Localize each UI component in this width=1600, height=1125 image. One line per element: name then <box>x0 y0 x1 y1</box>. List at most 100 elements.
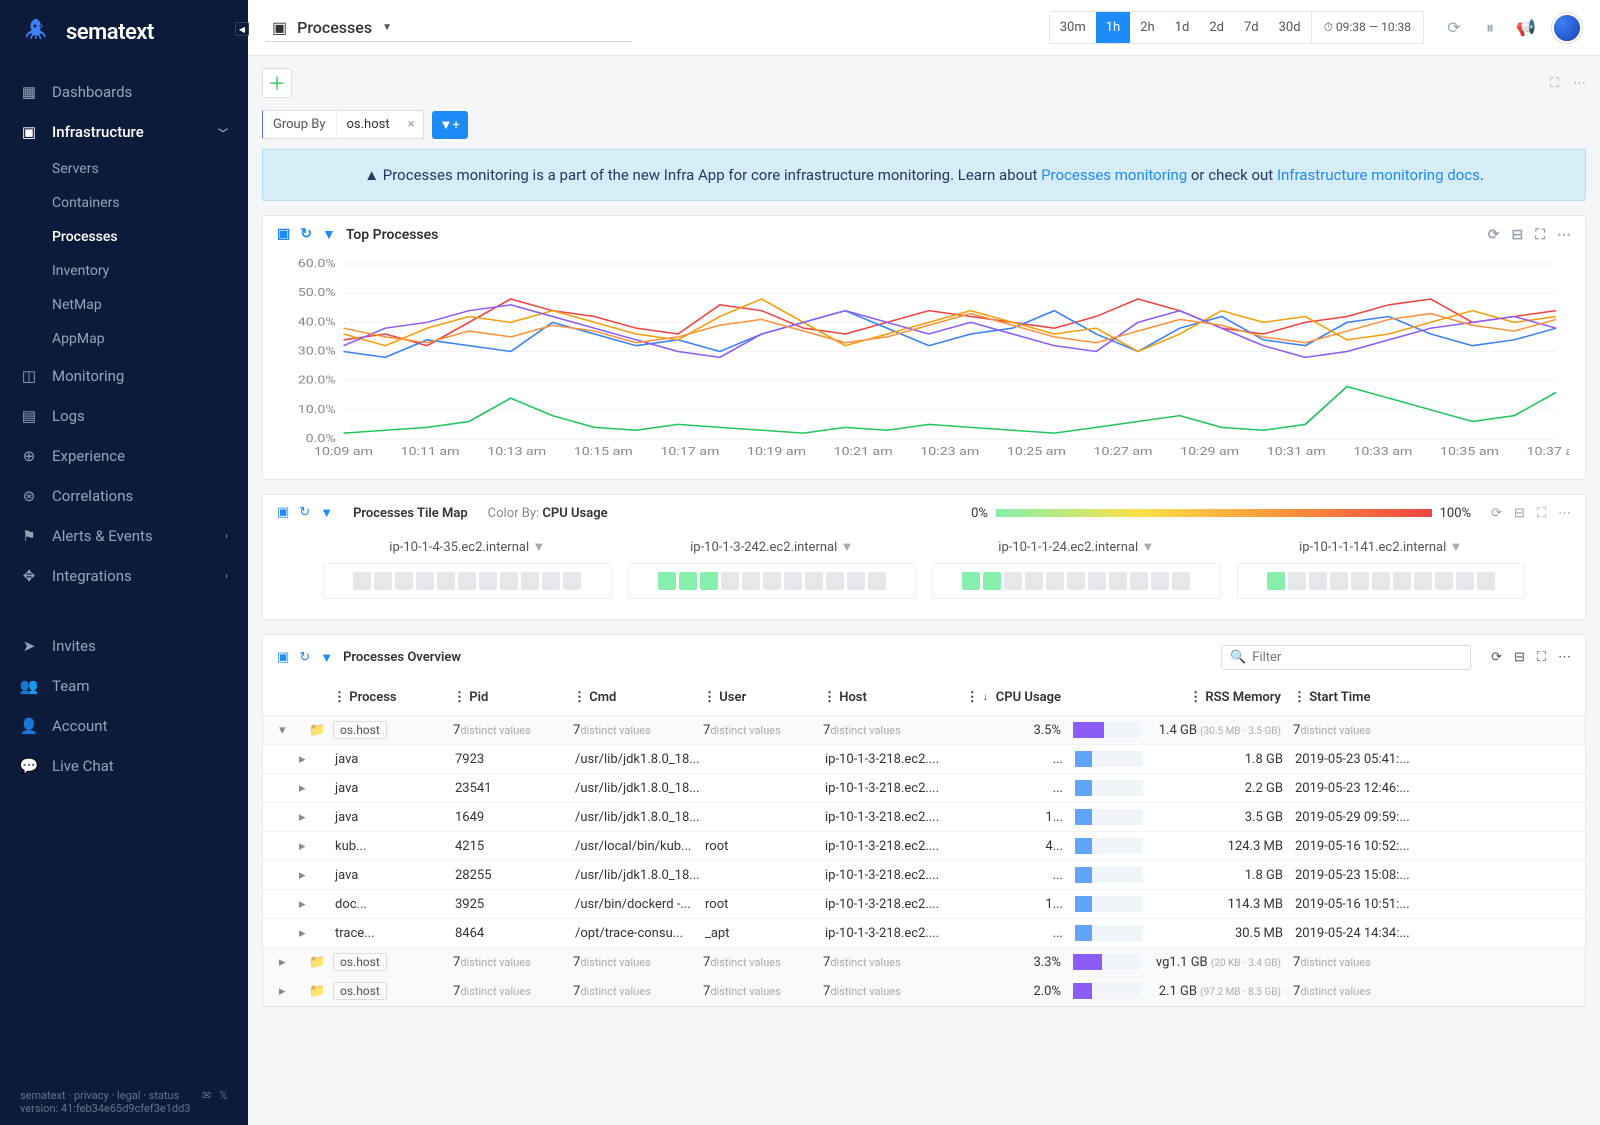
tile[interactable] <box>458 572 476 590</box>
timerange-2h[interactable]: 2h <box>1130 12 1164 43</box>
tile[interactable] <box>1109 572 1127 590</box>
table-group-row[interactable]: ▾ 📁 os.host 7distinct values 7distinct v… <box>263 716 1585 745</box>
sub-servers[interactable]: Servers <box>32 152 248 186</box>
tile[interactable] <box>742 572 760 590</box>
sub-inventory[interactable]: Inventory <box>32 254 248 288</box>
nav-experience[interactable]: ⊕Experience <box>0 436 248 476</box>
sub-processes[interactable]: Processes <box>32 220 248 254</box>
table-row[interactable]: ▸ trace... 8464 /opt/trace-consu... _apt… <box>263 919 1585 948</box>
nav-team[interactable]: 👥Team <box>0 666 248 706</box>
timerange-display[interactable]: ⏱ 09:38 — 10:38 <box>1311 12 1423 43</box>
sub-containers[interactable]: Containers <box>32 186 248 220</box>
tile[interactable] <box>868 572 886 590</box>
nav-infrastructure[interactable]: ▣Infrastructure﹀ <box>0 112 248 152</box>
pause-icon[interactable]: ⏸ <box>1480 18 1500 38</box>
tile[interactable] <box>847 572 865 590</box>
tile[interactable] <box>763 572 781 590</box>
timerange-30d[interactable]: 30d <box>1269 12 1311 43</box>
twitter-icon[interactable]: 𝕏 <box>219 1089 228 1102</box>
more-icon[interactable]: ⋯ <box>1558 506 1571 521</box>
tile[interactable] <box>805 572 823 590</box>
filter-icon[interactable]: ▼ <box>320 650 333 666</box>
tile[interactable] <box>1456 572 1474 590</box>
archive-icon[interactable]: ▣ <box>277 505 289 521</box>
sub-appmap[interactable]: AppMap <box>32 322 248 356</box>
archive-icon[interactable]: ▣ <box>277 226 290 243</box>
tile[interactable] <box>721 572 739 590</box>
tile[interactable] <box>1004 572 1022 590</box>
tile[interactable] <box>500 572 518 590</box>
collapse-sidebar-button[interactable]: ◀ <box>235 22 249 36</box>
tile[interactable] <box>658 572 676 590</box>
nav-logs[interactable]: ▤Logs <box>0 396 248 436</box>
minimize-icon[interactable]: ⊟ <box>1511 227 1523 243</box>
link-proc-monitoring[interactable]: Processes monitoring <box>1041 166 1187 184</box>
tile[interactable] <box>1067 572 1085 590</box>
refresh-icon[interactable]: ⟳ <box>1491 650 1502 665</box>
tile[interactable] <box>700 572 718 590</box>
refresh-icon[interactable]: ⟳ <box>1488 227 1500 243</box>
filter-icon[interactable]: ▼ <box>532 540 545 555</box>
tile-host[interactable]: ip-10-1-1-141.ec2.internal ▼ <box>1237 539 1526 599</box>
tile[interactable] <box>826 572 844 590</box>
tile[interactable] <box>962 572 980 590</box>
table-group-row[interactable]: ▸ 📁 os.host 7distinct values 7distinct v… <box>263 948 1585 977</box>
tile[interactable] <box>395 572 413 590</box>
close-icon[interactable]: × <box>400 111 423 138</box>
fullscreen-icon[interactable]: ⛶ <box>1535 227 1545 243</box>
tile-host[interactable]: ip-10-1-3-242.ec2.internal ▼ <box>628 539 917 599</box>
announce-icon[interactable]: 📢 <box>1516 18 1536 38</box>
filter-icon[interactable]: ▼ <box>1141 540 1154 555</box>
more-icon[interactable]: ⋯ <box>1573 76 1586 91</box>
add-button[interactable]: ＋ <box>262 68 292 98</box>
filter-search[interactable]: 🔍 <box>1221 645 1471 670</box>
timerange-30m[interactable]: 30m <box>1050 12 1096 43</box>
tile[interactable] <box>679 572 697 590</box>
nav-integrations[interactable]: ✥Integrations› <box>0 556 248 596</box>
nav-dashboards[interactable]: ▦Dashboards <box>0 72 248 112</box>
filter-icon[interactable]: ▼ <box>320 505 333 521</box>
nav-invites[interactable]: ➤Invites <box>0 626 248 666</box>
filter-icon[interactable]: ▼ <box>1450 540 1463 555</box>
filter-input[interactable] <box>1252 650 1462 665</box>
fullscreen-icon[interactable]: ⛶ <box>1550 76 1559 91</box>
tile[interactable] <box>353 572 371 590</box>
nav-monitoring[interactable]: ◫Monitoring <box>0 356 248 396</box>
tile[interactable] <box>1393 572 1411 590</box>
timerange-1d[interactable]: 1d <box>1165 12 1200 43</box>
tile[interactable] <box>1351 572 1369 590</box>
tile[interactable] <box>1172 572 1190 590</box>
tile[interactable] <box>1088 572 1106 590</box>
filter-icon[interactable]: ▼ <box>841 540 854 555</box>
sub-netmap[interactable]: NetMap <box>32 288 248 322</box>
tile[interactable] <box>563 572 581 590</box>
tile[interactable] <box>1151 572 1169 590</box>
table-group-row[interactable]: ▸ 📁 os.host 7distinct values 7distinct v… <box>263 977 1585 1006</box>
filter-icon[interactable]: ▼ <box>322 226 336 243</box>
tile[interactable] <box>1309 572 1327 590</box>
mail-icon[interactable]: ✉ <box>202 1089 211 1102</box>
refresh-icon[interactable]: ⟳ <box>1491 506 1502 521</box>
table-row[interactable]: ▸ java 28255 /usr/lib/jdk1.8.0_18... ip-… <box>263 861 1585 890</box>
tile[interactable] <box>1330 572 1348 590</box>
refresh-icon[interactable]: ⟳ <box>1444 18 1464 38</box>
table-row[interactable]: ▸ kub... 4215 /usr/local/bin/kub... root… <box>263 832 1585 861</box>
tile[interactable] <box>1267 572 1285 590</box>
fullscreen-icon[interactable]: ⛶ <box>1537 506 1546 521</box>
tile[interactable] <box>521 572 539 590</box>
sort-desc-icon[interactable]: ↓ <box>983 692 988 703</box>
tile[interactable] <box>784 572 802 590</box>
tile[interactable] <box>374 572 392 590</box>
history-icon[interactable]: ↻ <box>299 505 310 521</box>
tile[interactable] <box>1288 572 1306 590</box>
tile[interactable] <box>983 572 1001 590</box>
nav-alerts[interactable]: ⚑Alerts & Events› <box>0 516 248 556</box>
table-row[interactable]: ▸ java 1649 /usr/lib/jdk1.8.0_18... ip-1… <box>263 803 1585 832</box>
tile[interactable] <box>542 572 560 590</box>
add-filter-button[interactable]: ▼+ <box>432 111 468 139</box>
avatar[interactable] <box>1552 13 1582 43</box>
tile[interactable] <box>1130 572 1148 590</box>
history-icon[interactable]: ↻ <box>299 650 310 666</box>
tile[interactable] <box>437 572 455 590</box>
breadcrumb[interactable]: ▣ Processes ▼ <box>266 14 632 42</box>
